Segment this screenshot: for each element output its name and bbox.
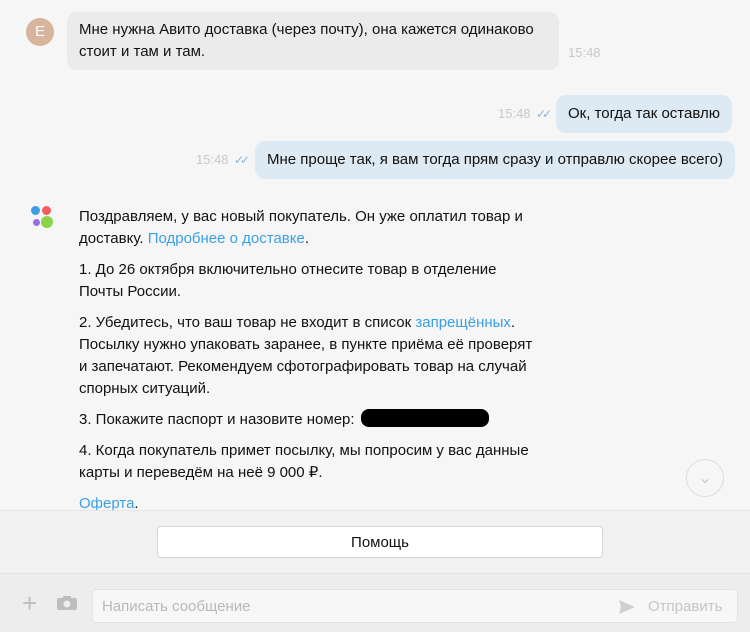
- help-bar: Помощь: [0, 510, 750, 573]
- chevron-down-icon: ⌄: [698, 470, 712, 487]
- camera-icon[interactable]: [57, 596, 77, 610]
- outgoing-message-1: Ок, тогда так оставлю: [556, 95, 732, 133]
- help-button[interactable]: Помощь: [157, 526, 603, 558]
- plus-icon[interactable]: +: [22, 590, 37, 616]
- sender-avatar[interactable]: Е: [26, 18, 54, 46]
- step-1: 1. До 26 октября включительно отнесите т…: [79, 261, 497, 300]
- prohibited-items-link[interactable]: запрещённых: [415, 314, 511, 331]
- system-intro: Поздравляем, у вас новый покупатель. Он …: [79, 208, 523, 247]
- read-checkmarks-icon: ✓✓: [536, 107, 552, 121]
- outgoing-message-2: Мне проще так, я вам тогда прям сразу и …: [255, 141, 735, 179]
- system-message: Поздравляем, у вас новый покупатель. Он …: [79, 206, 539, 524]
- delivery-details-link[interactable]: Подробнее о доставке: [148, 230, 305, 247]
- send-icon[interactable]: [618, 598, 636, 616]
- composer: + Написать сообщение Отправить: [0, 573, 750, 632]
- send-button[interactable]: Отправить: [648, 598, 722, 615]
- scroll-down-button[interactable]: ⌄: [686, 459, 724, 497]
- message-input-placeholder: Написать сообщение: [102, 598, 251, 615]
- redacted-number: [360, 409, 489, 427]
- incoming-message: Мне нужна Авито доставка (через почту), …: [67, 12, 559, 70]
- avito-logo-icon: [30, 205, 56, 231]
- read-checkmarks-icon: ✓✓: [234, 153, 250, 167]
- step-2: 2. Убедитесь, что ваш товар не входит в …: [79, 314, 533, 397]
- step-3: 3. Покажите паспорт и назовите номер:: [79, 409, 539, 431]
- message-input[interactable]: Написать сообщение Отправить: [92, 589, 738, 623]
- chat-area: Е Мне нужна Авито доставка (через почту)…: [0, 0, 750, 512]
- outgoing-message-2-time: 15:48: [196, 152, 229, 167]
- outgoing-message-1-time: 15:48: [498, 106, 531, 121]
- step-4: 4. Когда покупатель примет посылку, мы п…: [79, 442, 529, 481]
- incoming-message-time: 15:48: [568, 45, 601, 60]
